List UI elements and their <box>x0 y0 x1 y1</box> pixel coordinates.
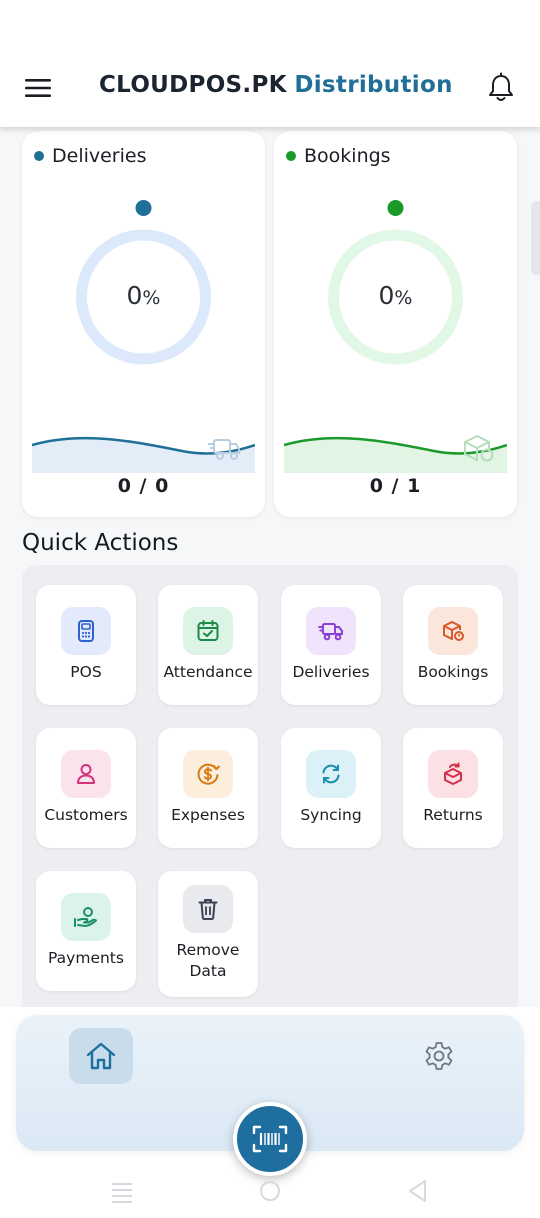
app-brand: CLOUDPOS.PK <box>99 72 287 98</box>
bookings-progress-gauge: 0% <box>274 193 517 373</box>
gear-icon <box>425 1042 453 1070</box>
deliveries-progress-gauge: 0% <box>22 193 265 373</box>
hamburger-icon[interactable] <box>24 76 52 100</box>
action-label: Attendance <box>163 663 253 681</box>
deliveries-stat-card[interactable]: Deliveries 0% 0 / 0 <box>22 131 265 517</box>
deliveries-count: 0 / 0 <box>117 475 170 497</box>
pos-terminal-icon <box>61 607 111 655</box>
action-remove-data[interactable]: Remove Data <box>158 871 258 997</box>
bookings-count: 0 / 1 <box>369 475 422 497</box>
bookings-stat-card[interactable]: Bookings 0% 0 / 1 <box>274 131 517 517</box>
action-pos[interactable]: POS <box>36 585 136 705</box>
system-home-icon[interactable] <box>255 1176 285 1206</box>
box-icon <box>428 607 478 655</box>
deliveries-stat-header: Deliveries <box>34 145 147 167</box>
nav-settings-button[interactable] <box>420 1036 458 1076</box>
app-subtitle: Distribution <box>294 72 453 98</box>
scan-button[interactable] <box>233 1102 307 1176</box>
action-label: Returns <box>423 806 483 824</box>
calendar-check-icon <box>183 607 233 655</box>
delivery-truck-icon <box>208 439 240 460</box>
user-icon <box>61 750 111 798</box>
action-label: Payments <box>48 949 124 967</box>
bookings-percent: 0% <box>378 281 413 310</box>
deliveries-percent: 0% <box>126 281 161 310</box>
action-label: Expenses <box>171 806 245 824</box>
barcode-scan-icon <box>252 1125 288 1153</box>
action-label: Bookings <box>417 663 489 681</box>
trash-icon <box>183 885 233 933</box>
nav-home-button[interactable] <box>69 1028 133 1084</box>
bookings-stat-header: Bookings <box>286 145 391 167</box>
dashboard-content: Deliveries 0% 0 / 0 Bookings 0% 0 / 1 Qu… <box>0 127 540 1007</box>
app-title: CLOUDPOS.PK Distribution <box>99 72 453 104</box>
app-header: CLOUDPOS.PK Distribution <box>0 0 540 127</box>
action-label: Syncing <box>300 806 362 824</box>
action-returns[interactable]: Returns <box>403 728 503 848</box>
delivery-truck-icon <box>306 607 356 655</box>
action-expenses[interactable]: Expenses <box>158 728 258 848</box>
action-deliveries[interactable]: Deliveries <box>281 585 381 705</box>
quick-actions-panel: POS Attendance Deliveries Bookings Custo… <box>22 565 518 1007</box>
action-bookings[interactable]: Bookings <box>403 585 503 705</box>
bell-icon[interactable] <box>486 72 516 104</box>
system-recents-icon[interactable] <box>107 1176 137 1206</box>
action-label-line: Remove <box>176 941 240 959</box>
action-attendance[interactable]: Attendance <box>158 585 258 705</box>
action-label: POS <box>70 663 102 681</box>
action-label: Customers <box>44 806 128 824</box>
action-label: Deliveries <box>292 663 370 681</box>
system-back-icon[interactable] <box>403 1176 433 1206</box>
deliveries-dot <box>34 151 44 161</box>
sync-icon <box>306 750 356 798</box>
bookings-dot <box>286 151 296 161</box>
action-syncing[interactable]: Syncing <box>281 728 381 848</box>
box-icon <box>464 435 494 462</box>
dollar-coin-icon <box>183 750 233 798</box>
action-label-line: Data <box>189 962 227 980</box>
bookings-stat-label: Bookings <box>304 145 391 167</box>
deliveries-stat-label: Deliveries <box>52 145 147 167</box>
scroll-handle[interactable] <box>531 201 540 275</box>
action-customers[interactable]: Customers <box>36 728 136 848</box>
hand-coin-icon <box>61 893 111 941</box>
action-label: Remove Data <box>158 940 258 982</box>
action-payments[interactable]: Payments <box>36 871 136 991</box>
return-box-icon <box>428 750 478 798</box>
home-icon <box>86 1042 116 1070</box>
quick-actions-title: Quick Actions <box>22 530 179 556</box>
